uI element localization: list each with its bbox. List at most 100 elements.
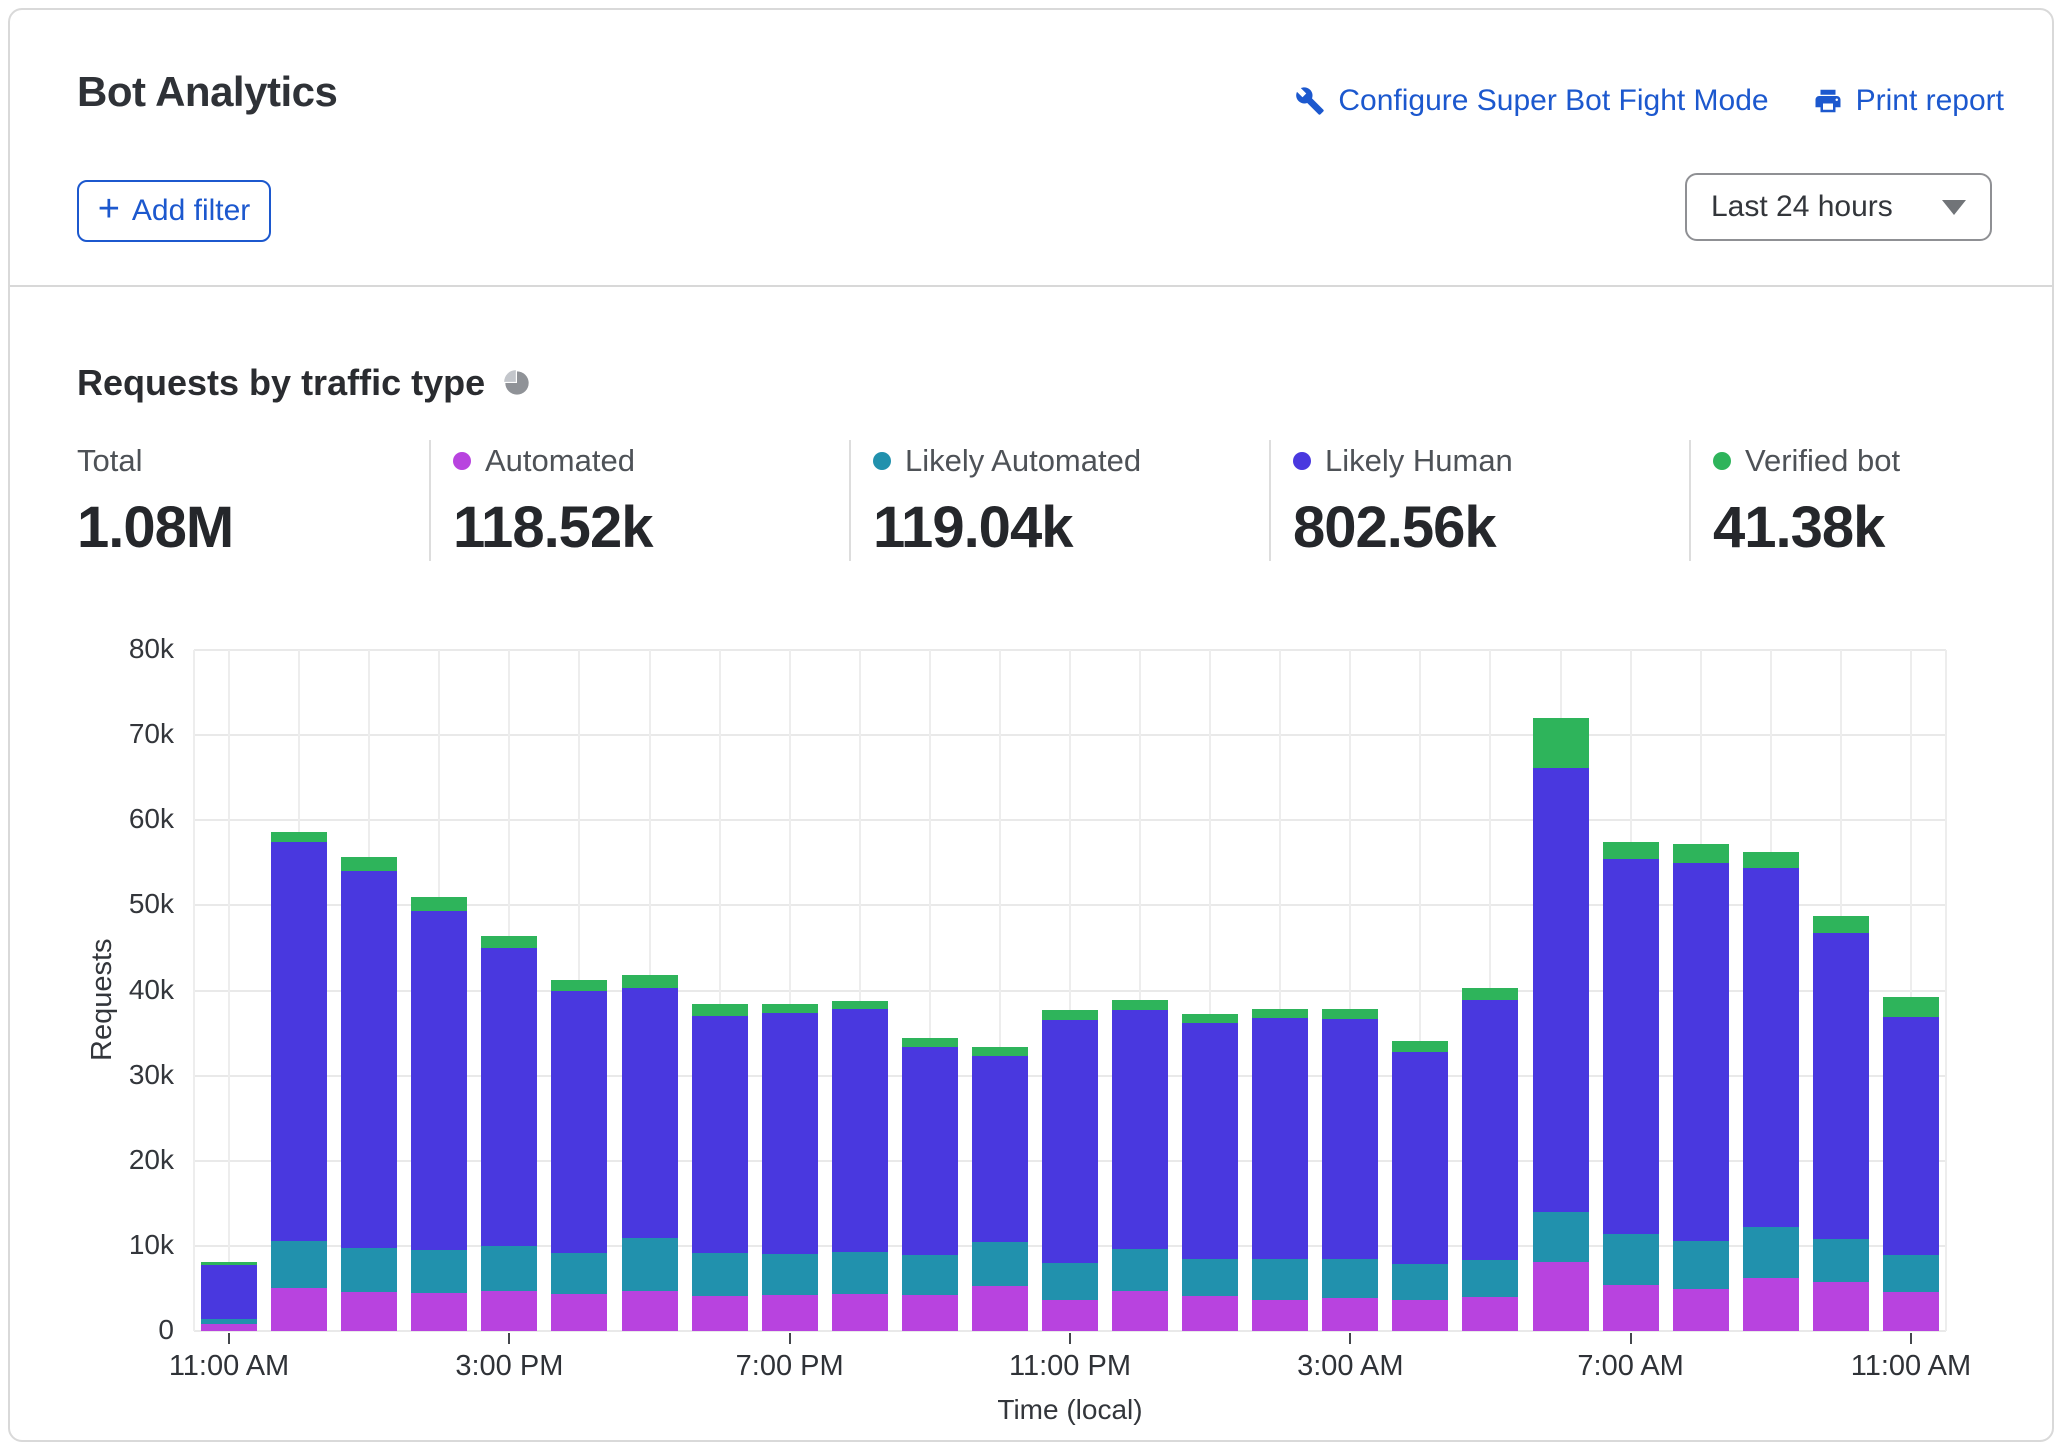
bar-segment-verified-bot	[1392, 1041, 1448, 1052]
bar-segment-automated	[1392, 1300, 1448, 1331]
chart-bar[interactable]	[1533, 718, 1589, 1331]
bar-segment-likely-automated	[762, 1254, 818, 1295]
bar-segment-automated	[902, 1295, 958, 1331]
x-axis-tick-mark	[1910, 1333, 1912, 1344]
bar-segment-verified-bot	[341, 857, 397, 871]
chart-bar[interactable]	[271, 832, 327, 1331]
bar-segment-likely-human	[551, 991, 607, 1253]
bar-segment-automated	[692, 1296, 748, 1331]
chart-bar[interactable]	[341, 857, 397, 1331]
bar-segment-verified-bot	[1673, 844, 1729, 863]
x-axis-tick-label: 7:00 AM	[1521, 1350, 1741, 1383]
bar-segment-automated	[1252, 1300, 1308, 1331]
bar-segment-automated	[1042, 1300, 1098, 1331]
bar-segment-verified-bot	[1042, 1010, 1098, 1020]
chart-bar[interactable]	[1322, 1009, 1378, 1331]
x-axis-tick-mark	[1349, 1333, 1351, 1344]
chart-bar[interactable]	[1182, 1014, 1238, 1331]
bar-segment-verified-bot	[411, 897, 467, 911]
bar-segment-verified-bot	[692, 1004, 748, 1016]
bar-segment-likely-automated	[692, 1253, 748, 1296]
bar-segment-likely-human	[341, 871, 397, 1248]
bar-segment-likely-automated	[1392, 1264, 1448, 1300]
chart-bar[interactable]	[411, 897, 467, 1331]
bar-segment-verified-bot	[1252, 1009, 1308, 1018]
bar-segment-likely-human	[481, 948, 537, 1246]
chart-bar[interactable]	[201, 1262, 257, 1331]
bar-segment-likely-human	[692, 1016, 748, 1253]
x-axis-tick-mark	[1069, 1333, 1071, 1344]
requests-chart: Requests Time (local) 010k20k30k40k50k60…	[10, 10, 2056, 1444]
chart-bar[interactable]	[1673, 844, 1729, 1331]
bar-segment-likely-automated	[1673, 1241, 1729, 1289]
chart-bar[interactable]	[551, 980, 607, 1331]
bar-segment-automated	[1673, 1289, 1729, 1331]
chart-bar[interactable]	[1883, 997, 1939, 1331]
chart-bar[interactable]	[1112, 1000, 1168, 1331]
bar-segment-likely-human	[1042, 1020, 1098, 1263]
y-axis-tick-label: 70k	[54, 718, 174, 750]
bar-segment-verified-bot	[1112, 1000, 1168, 1010]
y-axis-tick-label: 0	[54, 1314, 174, 1346]
bar-segment-likely-automated	[972, 1242, 1028, 1286]
y-axis-tick-label: 60k	[54, 803, 174, 835]
bar-segment-verified-bot	[1533, 718, 1589, 768]
bar-segment-likely-human	[622, 988, 678, 1238]
bar-segment-likely-automated	[1252, 1259, 1308, 1300]
bar-segment-likely-automated	[1042, 1263, 1098, 1300]
bar-segment-automated	[551, 1294, 607, 1331]
bar-segment-automated	[762, 1295, 818, 1331]
bar-segment-automated	[411, 1293, 467, 1331]
bar-segment-likely-human	[1883, 1017, 1939, 1255]
chart-bar[interactable]	[622, 975, 678, 1331]
bar-segment-likely-automated	[271, 1241, 327, 1288]
bar-segment-likely-automated	[341, 1248, 397, 1292]
bar-segment-likely-automated	[481, 1246, 537, 1291]
bar-segment-verified-bot	[972, 1047, 1028, 1056]
bar-segment-likely-human	[201, 1265, 257, 1319]
bar-segment-verified-bot	[762, 1004, 818, 1013]
bar-segment-automated	[1462, 1297, 1518, 1331]
y-axis-tick-label: 40k	[54, 974, 174, 1006]
bar-segment-likely-automated	[1743, 1227, 1799, 1278]
chart-bar[interactable]	[832, 1001, 888, 1331]
chart-bar[interactable]	[692, 1004, 748, 1331]
bar-segment-likely-human	[411, 911, 467, 1250]
bar-segment-automated	[1112, 1291, 1168, 1331]
chart-bar[interactable]	[1743, 852, 1799, 1331]
bar-segment-automated	[481, 1291, 537, 1331]
grid-line-vertical	[1945, 650, 1947, 1331]
chart-bar[interactable]	[1392, 1041, 1448, 1331]
bar-segment-likely-human	[972, 1056, 1028, 1242]
bar-segment-likely-automated	[551, 1253, 607, 1294]
chart-bar[interactable]	[972, 1047, 1028, 1331]
grid-line-vertical	[193, 650, 195, 1331]
bar-segment-likely-human	[1603, 859, 1659, 1234]
chart-bar[interactable]	[1042, 1010, 1098, 1331]
chart-bar[interactable]	[1813, 916, 1869, 1331]
bar-segment-verified-bot	[1743, 852, 1799, 868]
bar-segment-verified-bot	[1813, 916, 1869, 933]
bar-segment-automated	[1182, 1296, 1238, 1331]
bar-segment-likely-automated	[1112, 1249, 1168, 1291]
chart-bar[interactable]	[1603, 842, 1659, 1331]
x-axis-tick-label: 11:00 PM	[960, 1350, 1180, 1383]
x-axis-tick-mark	[508, 1333, 510, 1344]
x-axis-tick-mark	[789, 1333, 791, 1344]
chart-bar[interactable]	[1252, 1009, 1308, 1331]
bar-segment-likely-human	[271, 842, 327, 1241]
bar-segment-likely-human	[1813, 933, 1869, 1239]
bar-segment-likely-automated	[1813, 1239, 1869, 1282]
x-axis-tick-label: 3:00 PM	[399, 1350, 619, 1383]
bar-segment-automated	[1603, 1285, 1659, 1331]
chart-bar[interactable]	[902, 1038, 958, 1331]
chart-bar[interactable]	[1462, 988, 1518, 1331]
bar-segment-likely-human	[1392, 1052, 1448, 1264]
bar-segment-likely-human	[762, 1013, 818, 1254]
chart-bar[interactable]	[481, 936, 537, 1331]
bar-segment-verified-bot	[481, 936, 537, 948]
bar-segment-likely-human	[832, 1009, 888, 1252]
bar-segment-verified-bot	[622, 975, 678, 988]
bar-segment-likely-automated	[1462, 1260, 1518, 1297]
chart-bar[interactable]	[762, 1004, 818, 1331]
